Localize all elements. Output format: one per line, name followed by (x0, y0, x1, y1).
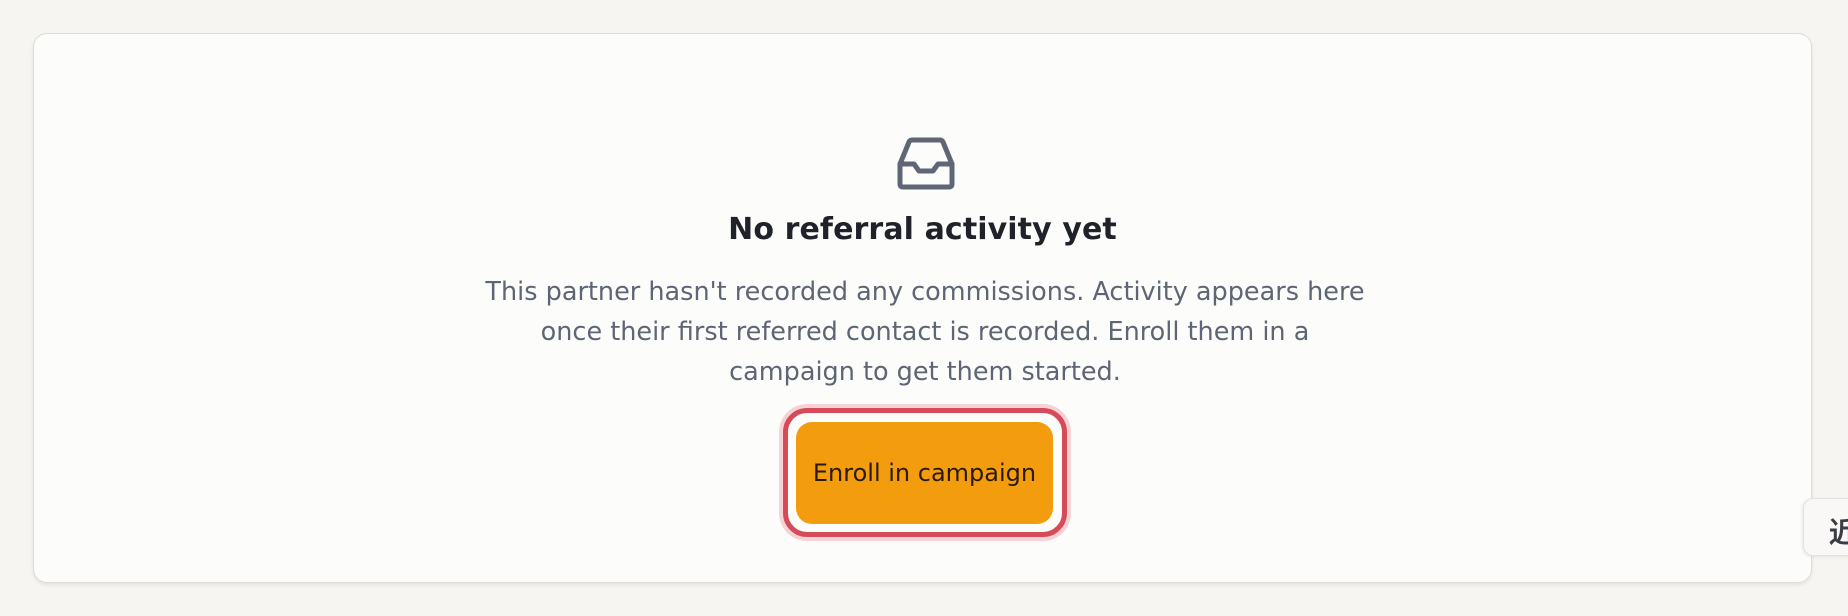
feedback-icon: 近 (1829, 516, 1848, 549)
floating-side-tab[interactable]: 近 (1803, 498, 1848, 556)
inbox-icon (895, 136, 957, 190)
enroll-in-campaign-button[interactable]: Enroll in campaign (796, 422, 1053, 524)
empty-state-description: This partner hasn't recorded any commiss… (485, 277, 1365, 387)
empty-state: No referral activity yet This partner ha… (34, 34, 1811, 582)
empty-state-title: No referral activity yet (728, 212, 1117, 247)
empty-state-card: No referral activity yet This partner ha… (33, 33, 1812, 583)
